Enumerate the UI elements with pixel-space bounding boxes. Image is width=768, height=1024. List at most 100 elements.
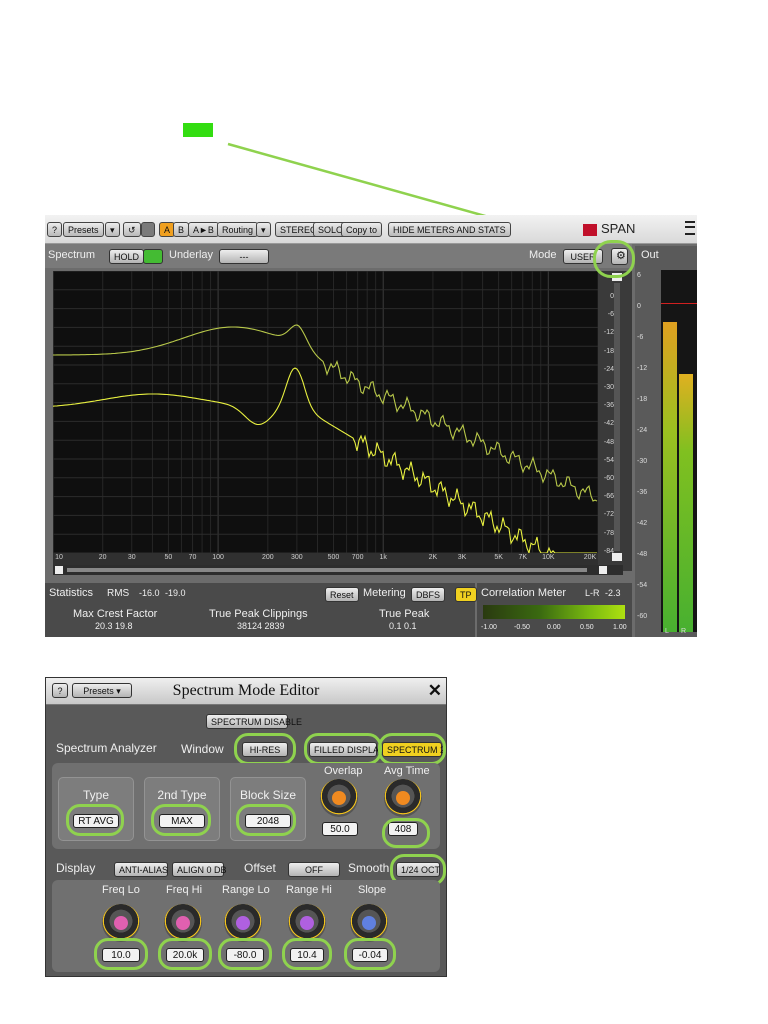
level-scrollbar[interactable] xyxy=(614,283,620,551)
frequency-tick-label: 500 xyxy=(327,554,340,561)
spectrum-curve-upper xyxy=(53,324,598,502)
spectrum-curve-lower xyxy=(52,367,597,555)
spectrum2-button[interactable]: SPECTRUM 2 xyxy=(382,742,445,757)
true-peak-toggle[interactable]: TP xyxy=(455,587,477,602)
correlation-tick-label: 1.00 xyxy=(613,624,627,631)
freq-hi-knob[interactable] xyxy=(164,904,202,942)
undo-button[interactable]: ↺ xyxy=(123,222,141,237)
range-lo-knob-cap xyxy=(236,916,250,930)
routing-dropdown-button[interactable]: ▾ xyxy=(256,222,271,237)
frequency-scrollbar[interactable] xyxy=(53,565,623,575)
slope-knob[interactable] xyxy=(350,904,388,942)
range-hi-knob[interactable] xyxy=(288,904,326,942)
close-icon[interactable]: ✕ xyxy=(428,681,442,701)
hi-res-button[interactable]: HI-RES xyxy=(242,742,288,757)
range-hi-label: Range Hi xyxy=(286,884,332,896)
help-button[interactable]: ? xyxy=(47,222,63,237)
analyzer-panel: Type RT AVG 2nd Type MAX Block Size 2048… xyxy=(52,763,440,849)
range-hi-value[interactable]: 10.4 xyxy=(290,948,324,962)
correlation-tick-label: -0.50 xyxy=(514,624,530,631)
smooth-label: Smooth xyxy=(348,861,390,875)
presets-button[interactable]: Presets xyxy=(63,222,104,237)
level-axis[interactable]: 0 -6 -12 -18 -24 -30 -36 -42 -48 -54 -60 -66 -72 -78 -… xyxy=(598,271,632,571)
display-label: Display xyxy=(56,861,96,875)
reset-button[interactable]: Reset xyxy=(325,587,359,602)
output-meter-panel: Out 6 0 -6 -12 -18 -24 -30 -36 -42 -48 -54 -60 L R xyxy=(635,246,697,637)
anti-alias-button[interactable]: ANTI-ALIAS xyxy=(114,862,168,877)
second-type-label: 2nd Type xyxy=(157,788,207,802)
freq-lo-label: Freq Lo xyxy=(102,884,140,896)
frequency-tick-label: 2K xyxy=(428,554,438,561)
level-tick-label: -84 xyxy=(603,547,614,555)
scroll-right-icon[interactable] xyxy=(599,566,607,574)
frequency-tick-label: 3K xyxy=(457,554,467,561)
hamburger-menu-icon[interactable] xyxy=(685,221,695,235)
output-tick-label: -12 xyxy=(637,365,648,372)
offset-label: Offset xyxy=(244,861,276,875)
avg-time-knob[interactable] xyxy=(384,779,422,817)
block-size-select[interactable]: 2048 xyxy=(245,814,291,828)
output-meter-clip-line xyxy=(661,303,697,304)
freq-lo-knob[interactable] xyxy=(102,904,140,942)
spectrum-plot[interactable] xyxy=(52,270,599,555)
metering-select[interactable]: DBFS xyxy=(411,587,446,602)
second-type-select[interactable]: MAX xyxy=(159,814,205,828)
output-tick-label: -18 xyxy=(637,396,648,403)
smooth-select[interactable]: 1/24 OCT xyxy=(396,862,440,877)
copy-a-to-b-button[interactable]: A►B xyxy=(188,222,219,237)
rms-label: RMS xyxy=(107,588,130,599)
correlation-bar xyxy=(483,605,625,619)
frequency-tick-label: 10 xyxy=(55,554,63,561)
offset-select[interactable]: OFF xyxy=(288,862,340,877)
metering-label: Metering xyxy=(363,587,406,599)
underlay-select[interactable]: --- xyxy=(219,249,269,264)
gear-icon[interactable]: ⚙ xyxy=(611,248,628,265)
level-tick-label: -30 xyxy=(603,384,614,391)
filled-display-button[interactable]: FILLED DISPLAY xyxy=(309,742,384,757)
scroll-thumb[interactable] xyxy=(67,568,587,572)
type-box: Type RT AVG xyxy=(58,777,134,841)
frequency-tick-label: 10K xyxy=(542,554,555,561)
redo-button[interactable] xyxy=(141,222,155,237)
presets-dropdown-button[interactable]: ▾ xyxy=(105,222,120,237)
tab-spectrum-analyzer[interactable]: Spectrum Analyzer xyxy=(56,741,157,755)
output-tick-label: -42 xyxy=(637,520,648,527)
avg-time-value[interactable]: 408 xyxy=(388,822,418,836)
output-tick-label: -24 xyxy=(637,427,648,434)
correlation-title: Correlation Meter xyxy=(481,587,566,599)
frequency-tick-label: 100 xyxy=(212,554,224,561)
state-b-button[interactable]: B xyxy=(173,222,190,237)
type-select[interactable]: RT AVG xyxy=(73,814,119,828)
freq-lo-knob-cap xyxy=(114,916,128,930)
level-tick-label: 0 xyxy=(610,293,614,300)
zoom-up-icon[interactable] xyxy=(612,273,622,281)
level-tick-label: -66 xyxy=(603,493,614,501)
span-logo: SPAN xyxy=(583,221,635,236)
level-tick-label: -42 xyxy=(603,420,614,428)
hide-meters-button[interactable]: HIDE METERS AND STATS xyxy=(388,222,511,237)
hold-button[interactable]: HOLD xyxy=(109,249,145,264)
true-peak-label: True Peak xyxy=(379,608,430,620)
output-tick-label: -48 xyxy=(637,551,648,558)
frequency-tick-label: 5K xyxy=(494,554,503,561)
frequency-tick-label: 7K xyxy=(518,554,527,561)
crest-values: 20.3 19.8 xyxy=(95,621,133,631)
spectrum-disable-button[interactable]: SPECTRUM DISABLE xyxy=(206,714,302,729)
scroll-left-icon[interactable] xyxy=(55,566,63,574)
freq-lo-value[interactable]: 10.0 xyxy=(102,948,140,962)
tab-window[interactable]: Window xyxy=(181,742,224,756)
freq-hi-value[interactable]: 20.0k xyxy=(166,948,204,962)
hold-toggle[interactable] xyxy=(143,249,163,264)
clippings-values: 38124 2839 xyxy=(237,621,285,631)
mode-select[interactable]: USER xyxy=(563,249,603,264)
range-lo-value[interactable]: -80.0 xyxy=(226,948,264,962)
overlap-value[interactable]: 50.0 xyxy=(322,822,358,836)
spectrum-header-bar: Spectrum HOLD Underlay --- Mode USER ⚙ xyxy=(45,244,632,268)
slope-value[interactable]: -0.04 xyxy=(352,948,388,962)
underlay-label: Underlay xyxy=(169,249,214,261)
range-lo-knob[interactable] xyxy=(224,904,262,942)
copy-to-button[interactable]: Copy to xyxy=(341,222,383,237)
align-0db-button[interactable]: ALIGN 0 DB xyxy=(172,862,227,877)
routing-button[interactable]: Routing xyxy=(217,222,259,237)
overlap-knob[interactable] xyxy=(320,779,358,817)
